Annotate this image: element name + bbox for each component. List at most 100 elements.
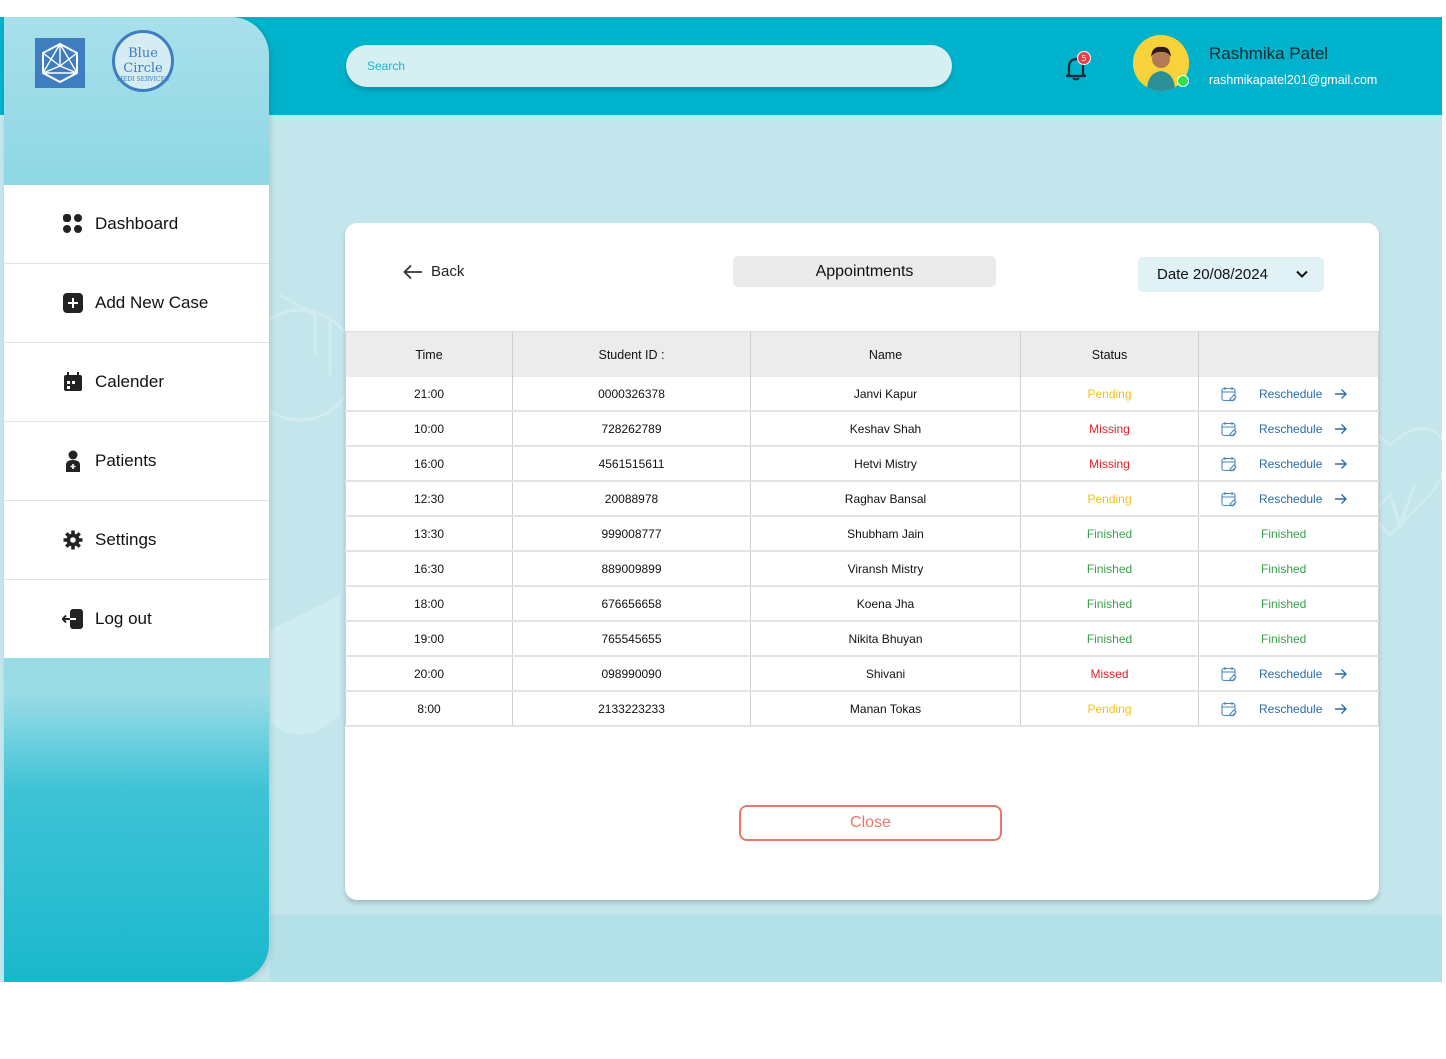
back-button[interactable]: Back	[403, 263, 464, 280]
close-button[interactable]: Close	[739, 805, 1002, 841]
table-row: 10:00 728262789 Keshav Shah Missing Reschedu…	[345, 412, 1379, 447]
logo-text-sub: MEDI SERVICES	[116, 76, 170, 83]
table-row: 16:30 889009899 Viransh Mistry Finished Fini…	[345, 552, 1379, 587]
status-badge: Pending	[1021, 482, 1199, 515]
page-title: Appointments	[733, 256, 996, 287]
cell-student-id: 098990090	[513, 657, 751, 690]
column-header-action	[1199, 332, 1379, 377]
cell-name: Janvi Kapur	[751, 377, 1021, 410]
table-row: 19:00 765545655 Nikita Bhuyan Finished Finis…	[345, 622, 1379, 657]
user-email: rashmikapatel201@gmail.com	[1209, 73, 1378, 87]
finished-label: Finished	[1261, 526, 1307, 541]
cell-name: Nikita Bhuyan	[751, 622, 1021, 655]
table-row: 21:00 0000326378 Janvi Kapur Pending Resched…	[345, 377, 1379, 412]
reschedule-button[interactable]: Reschedule	[1259, 702, 1322, 716]
cell-student-id: 999008777	[513, 517, 751, 550]
cell-time: 19:00	[345, 622, 513, 655]
sidebar-item-label: Add New Case	[95, 293, 209, 312]
reschedule-button[interactable]: Reschedule	[1259, 492, 1322, 506]
table-row: 8:00 2133223233 Manan Tokas Pending Reschedu…	[345, 692, 1379, 727]
cell-time: 21:00	[345, 377, 513, 410]
sidebar-item-dashboard[interactable]: Dashboard	[4, 185, 269, 264]
arrow-right-icon[interactable]	[1334, 668, 1348, 680]
table-row: 18:00 676656658 Koena Jha Finished Finished	[345, 587, 1379, 622]
back-label: Back	[431, 263, 465, 280]
arrow-right-icon[interactable]	[1334, 458, 1348, 470]
column-header-name: Name	[751, 332, 1021, 377]
appointments-table: Time Student ID : Name Status 21:00 00003…	[345, 331, 1379, 727]
status-badge: Missed	[1021, 657, 1199, 690]
cell-action: Finished	[1199, 622, 1379, 655]
sidebar: Blue Circle MEDI SERVICES Dashboard Add …	[4, 17, 269, 982]
arrow-right-icon[interactable]	[1334, 388, 1348, 400]
grid-icon	[61, 212, 85, 236]
arrow-right-icon[interactable]	[1334, 493, 1348, 505]
status-badge: Finished	[1021, 587, 1199, 620]
cell-action: Reschedule	[1199, 447, 1379, 480]
status-badge: Missing	[1021, 412, 1199, 445]
online-status-dot	[1177, 75, 1189, 87]
finished-label: Finished	[1261, 596, 1307, 611]
sidebar-item-log-out[interactable]: Log out	[4, 580, 269, 658]
arrow-right-icon[interactable]	[1334, 423, 1348, 435]
reschedule-button[interactable]: Reschedule	[1259, 667, 1322, 681]
status-badge: Pending	[1021, 692, 1199, 725]
calendar-edit-icon[interactable]	[1221, 491, 1237, 507]
finished-label: Finished	[1261, 561, 1307, 576]
plus-square-icon	[61, 291, 85, 315]
background-band	[270, 915, 1442, 982]
cell-time: 8:00	[345, 692, 513, 725]
arrow-right-icon[interactable]	[1334, 703, 1348, 715]
status-badge: Finished	[1021, 517, 1199, 550]
chevron-down-icon	[1296, 270, 1308, 278]
search-input[interactable]	[346, 45, 952, 87]
gear-icon	[61, 528, 85, 552]
logo-text-blue: Blue	[128, 46, 158, 61]
calendar-edit-icon[interactable]	[1221, 386, 1237, 402]
cell-action: Finished	[1199, 552, 1379, 585]
cell-time: 10:00	[345, 412, 513, 445]
table-body: 21:00 0000326378 Janvi Kapur Pending Resched…	[345, 377, 1379, 727]
finished-label: Finished	[1261, 631, 1307, 646]
cell-name: Hetvi Mistry	[751, 447, 1021, 480]
polyhedron-logo-icon	[42, 42, 78, 84]
table-row: 20:00 098990090 Shivani Missed Reschedule	[345, 657, 1379, 692]
sidebar-item-calender[interactable]: Calender	[4, 343, 269, 422]
cell-time: 13:30	[345, 517, 513, 550]
cell-student-id: 0000326378	[513, 377, 751, 410]
sidebar-nav: Dashboard Add New Case Calender Patients	[4, 185, 269, 658]
app-logo[interactable]	[35, 38, 85, 88]
cell-student-id: 2133223233	[513, 692, 751, 725]
appointments-card: Back Appointments Date 20/08/2024 Time S…	[345, 223, 1379, 900]
calendar-edit-icon[interactable]	[1221, 421, 1237, 437]
cell-student-id: 20088978	[513, 482, 751, 515]
arrow-left-icon	[403, 264, 422, 279]
sidebar-item-add-new-case[interactable]: Add New Case	[4, 264, 269, 343]
reschedule-button[interactable]: Reschedule	[1259, 422, 1322, 436]
status-badge: Pending	[1021, 377, 1199, 410]
reschedule-action: Reschedule	[1199, 412, 1378, 445]
date-dropdown[interactable]: Date 20/08/2024	[1138, 257, 1324, 292]
calendar-edit-icon[interactable]	[1221, 456, 1237, 472]
reschedule-button[interactable]: Reschedule	[1259, 457, 1322, 471]
calendar-edit-icon[interactable]	[1221, 666, 1237, 682]
sidebar-item-label: Settings	[95, 530, 157, 549]
sidebar-item-label: Log out	[95, 609, 152, 628]
notification-badge: 5	[1077, 51, 1091, 65]
column-header-student-id: Student ID :	[513, 332, 751, 377]
status-badge: Missing	[1021, 447, 1199, 480]
reschedule-action: Reschedule	[1199, 377, 1378, 410]
cell-time: 12:30	[345, 482, 513, 515]
cell-name: Keshav Shah	[751, 412, 1021, 445]
logout-icon	[61, 607, 85, 631]
calendar-edit-icon[interactable]	[1221, 701, 1237, 717]
reschedule-button[interactable]: Reschedule	[1259, 387, 1322, 401]
table-header: Time Student ID : Name Status	[345, 331, 1379, 377]
cell-student-id: 728262789	[513, 412, 751, 445]
sidebar-item-patients[interactable]: Patients	[4, 422, 269, 501]
cell-action: Reschedule	[1199, 692, 1379, 725]
cell-student-id: 765545655	[513, 622, 751, 655]
cell-name: Shubham Jain	[751, 517, 1021, 550]
cell-action: Reschedule	[1199, 377, 1379, 410]
sidebar-item-settings[interactable]: Settings	[4, 501, 269, 580]
